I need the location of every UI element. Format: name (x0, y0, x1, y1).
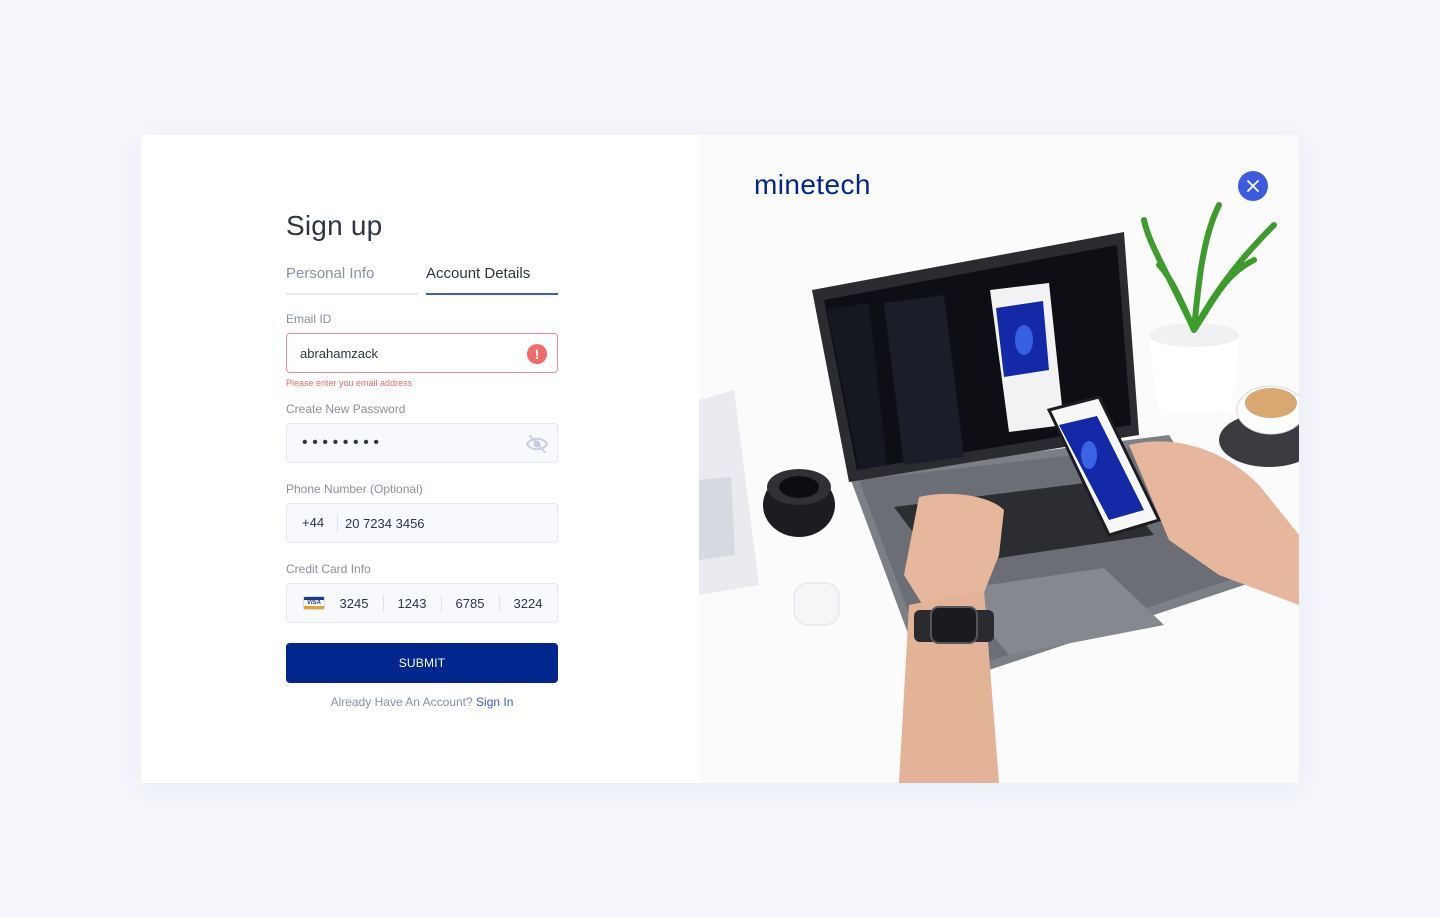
email-error-message: Please enter you email address (286, 378, 413, 388)
password-label: Create New Password (286, 402, 406, 416)
phone-field: +44 (286, 503, 558, 543)
form-tabs: Personal Info Account Details (286, 265, 558, 295)
signup-modal: Sign up Personal Info Account Details Em… (141, 135, 1299, 783)
email-input[interactable] (300, 345, 520, 362)
signin-prompt-text: Already Have An Account? (330, 695, 473, 709)
close-button[interactable] (1238, 171, 1268, 201)
page-title: Sign up (286, 210, 383, 241)
visa-stripe (304, 606, 324, 609)
email-field: ! (286, 333, 558, 373)
tab-label: Personal Info (286, 265, 375, 282)
password-masked-value: •••••••• (302, 434, 384, 451)
card-label: Credit Card Info (286, 562, 371, 576)
close-icon (1247, 180, 1259, 192)
signin-prompt: Already Have An Account? Sign In (286, 695, 558, 709)
tab-underline-active (426, 293, 558, 295)
submit-button[interactable]: SUBMIT (286, 643, 558, 683)
phone-label: Phone Number (Optional) (286, 482, 423, 496)
card-number-segment-1[interactable] (334, 595, 374, 612)
card-field: VISA (286, 583, 558, 623)
hero-visual: minetech (699, 135, 1299, 783)
card-number-segment-2[interactable] (392, 595, 432, 612)
signin-link[interactable]: Sign In (476, 695, 513, 709)
eye-off-icon[interactable] (525, 433, 549, 455)
card-number-segment-3[interactable] (450, 595, 490, 612)
hero-illustration (699, 135, 1299, 783)
divider (383, 595, 384, 612)
password-field[interactable]: •••••••• (286, 423, 558, 463)
tab-personal-info[interactable]: Personal Info (286, 265, 418, 295)
country-code[interactable]: +44 (302, 504, 324, 542)
phone-input[interactable] (345, 515, 545, 532)
tab-underline (286, 293, 418, 295)
divider (499, 595, 500, 612)
email-label: Email ID (286, 312, 332, 326)
divider (441, 595, 442, 612)
brand-logo: minetech (754, 169, 871, 200)
tab-account-details[interactable]: Account Details (426, 265, 558, 295)
error-icon: ! (527, 344, 547, 364)
visa-icon: VISA (303, 596, 325, 610)
card-number-segment-4[interactable] (508, 595, 548, 612)
divider (337, 514, 338, 532)
tab-label: Account Details (426, 265, 531, 282)
